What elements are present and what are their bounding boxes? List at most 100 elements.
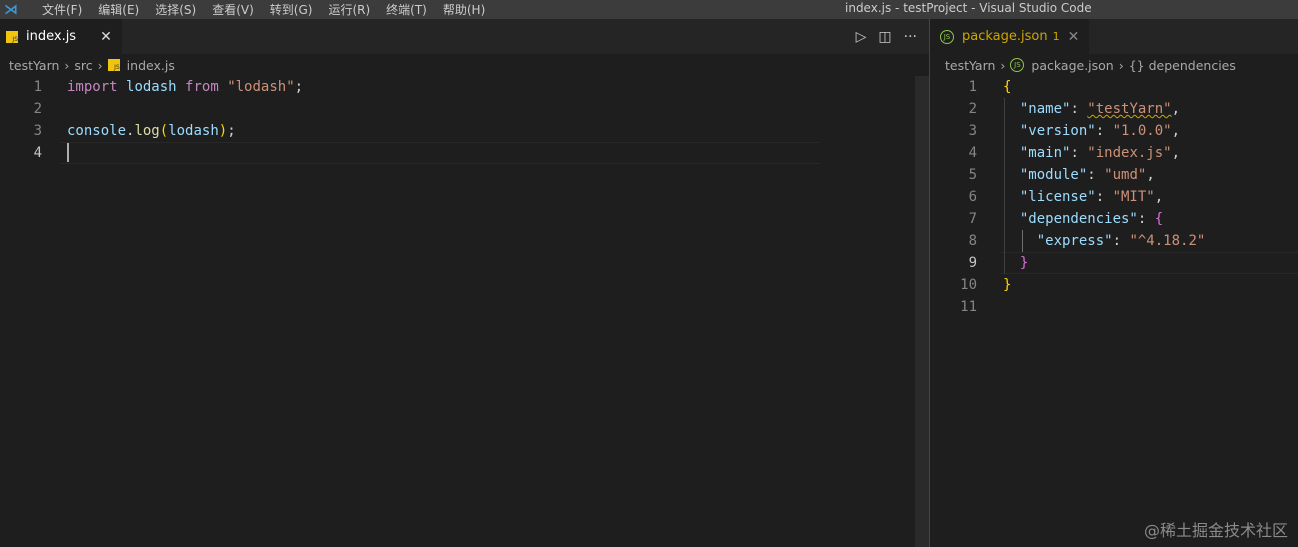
code-token: ;: [294, 79, 304, 95]
code-line: 7 "dependencies": {: [930, 208, 1298, 230]
right-code-editor[interactable]: 1{2 "name": "testYarn", 3 "version": "1.0…: [930, 76, 1298, 318]
code-text: import lodash from "lodash";: [67, 76, 303, 98]
breadcrumb-item[interactable]: index.js: [127, 58, 175, 73]
line-number: 2: [968, 101, 977, 117]
code-line: 2: [0, 98, 915, 120]
right-tab-bar: JS package.json 1 ✕: [930, 19, 1298, 54]
code-token: "MIT": [1112, 189, 1155, 205]
code-text: console.log(lodash);: [67, 120, 236, 142]
code-token: {: [1003, 79, 1012, 95]
breadcrumb-item[interactable]: {} dependencies: [1129, 58, 1236, 73]
menu-item[interactable]: 帮助(H): [435, 1, 493, 18]
more-actions-icon[interactable]: ···: [904, 29, 917, 45]
nodejs-icon: JS: [1010, 58, 1025, 72]
watermark: @稀土掘金技术社区: [1143, 521, 1288, 540]
code-text: "express": "^4.18.2": [1003, 230, 1206, 252]
title-bar: ⋊ 文件(F) 编辑(E) 选择(S) 查看(V) 转到(G) 运行(R) 终端(T) 帮助(…: [0, 0, 1298, 19]
code-token: ): [218, 123, 228, 139]
line-number: 9: [968, 255, 977, 271]
vertical-scrollbar[interactable]: [915, 76, 929, 547]
code-token: :: [1087, 167, 1105, 183]
code-token: "license": [1019, 189, 1096, 205]
code-line: 3 console.log(lodash);: [0, 120, 915, 142]
line-number: 1: [968, 79, 977, 95]
code-line: 3 "version": "1.0.0",: [930, 120, 1298, 142]
nodejs-icon: JS: [940, 29, 954, 44]
code-token: "name": [1019, 101, 1071, 117]
code-token: "^4.18.2": [1129, 233, 1206, 249]
line-number: 3: [968, 123, 977, 139]
code-text: {: [1003, 76, 1011, 98]
vscode-logo-icon: ⋊: [4, 1, 18, 18]
menu-item[interactable]: 查看(V): [204, 1, 262, 18]
code-line: 1{: [930, 76, 1298, 98]
code-token: "main": [1019, 145, 1071, 161]
code-text: }: [1003, 274, 1011, 296]
code-line: 6 "license": "MIT",: [930, 186, 1298, 208]
breadcrumb-item[interactable]: package.json: [1031, 58, 1113, 73]
code-token: from: [185, 79, 219, 95]
line-number: 8: [968, 233, 977, 249]
code-text: "main": "index.js",: [1003, 142, 1180, 164]
split-editor-icon[interactable]: ◫: [878, 29, 891, 45]
menu-item[interactable]: 终端(T): [378, 1, 435, 18]
code-token: "index.js": [1087, 145, 1172, 161]
code-text: "module": "umd",: [1003, 164, 1155, 186]
code-token: ,: [1171, 123, 1181, 139]
code-token: ,: [1146, 167, 1155, 183]
line-number: 4: [968, 145, 977, 161]
line-number: 1: [33, 79, 42, 95]
close-tab-icon[interactable]: ✕: [100, 29, 112, 45]
menu-item[interactable]: 编辑(E): [90, 1, 147, 18]
tab-package-json[interactable]: JS package.json 1 ✕: [930, 19, 1090, 54]
code-text: "name": "testYarn",: [1003, 98, 1180, 120]
code-line: 4 "main": "index.js",: [930, 142, 1298, 164]
code-token: "umd": [1104, 167, 1147, 183]
code-token: console: [67, 123, 127, 139]
close-tab-icon[interactable]: ✕: [1068, 29, 1080, 45]
code-token: "dependencies": [1019, 211, 1138, 227]
run-icon[interactable]: ▷: [856, 29, 867, 45]
menu-item[interactable]: 文件(F): [34, 1, 90, 18]
code-text: }: [1003, 252, 1028, 274]
code-line: 2 "name": "testYarn",: [930, 98, 1298, 120]
js-file-icon: JS: [6, 30, 18, 43]
code-token: "module": [1019, 167, 1088, 183]
tab-index-js[interactable]: JS index.js ✕: [0, 19, 122, 54]
left-code-editor[interactable]: 1 import lodash from "lodash"; 2 3 console.l…: [0, 76, 915, 164]
code-text: "dependencies": {: [1003, 208, 1163, 230]
code-token: lodash: [168, 123, 219, 139]
breadcrumb-item[interactable]: testYarn: [945, 58, 995, 73]
menu-item[interactable]: 运行(R): [320, 1, 378, 18]
code-line: 10}: [930, 274, 1298, 296]
left-tab-bar: JS index.js ✕ ▷ ◫ ···: [0, 19, 929, 54]
right-breadcrumb: testYarn › JS package.json › {} dependenci…: [945, 57, 1236, 73]
line-number: 2: [33, 101, 42, 117]
code-token: :: [1070, 145, 1088, 161]
code-text: "license": "MIT",: [1003, 186, 1163, 208]
code-token: :: [1070, 101, 1088, 117]
js-file-icon: JS: [107, 59, 120, 71]
left-breadcrumb: testYarn › src › JS index.js: [9, 57, 175, 73]
problem-count-badge: 1: [1052, 30, 1060, 43]
code-line: 1 import lodash from "lodash";: [0, 76, 915, 98]
menu-item[interactable]: 转到(G): [262, 1, 321, 18]
code-line: 5 "module": "umd",: [930, 164, 1298, 186]
code-token: :: [1137, 211, 1155, 227]
code-token: ,: [1171, 101, 1181, 117]
code-token: "lodash": [227, 79, 295, 95]
breadcrumb-item[interactable]: src: [74, 58, 92, 73]
code-token: log: [134, 123, 160, 139]
code-token: (: [159, 123, 169, 139]
menu-item[interactable]: 选择(S): [147, 1, 204, 18]
code-token: ,: [1154, 189, 1164, 205]
code-token: {: [1154, 211, 1164, 227]
code-line: 9 }: [930, 252, 1298, 274]
breadcrumb-item[interactable]: testYarn: [9, 58, 59, 73]
